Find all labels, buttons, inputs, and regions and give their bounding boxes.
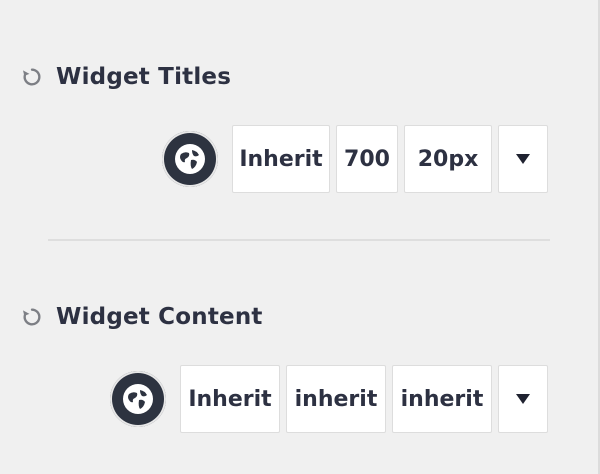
typography-controls: Inherit inherit inherit xyxy=(110,364,548,434)
reset-icon[interactable] xyxy=(20,65,44,89)
section-header: Widget Titles xyxy=(20,60,231,94)
globe-icon[interactable] xyxy=(162,131,218,187)
typography-controls: Inherit 700 20px xyxy=(162,124,548,194)
font-family-select[interactable]: Inherit xyxy=(180,365,280,433)
caret-down-icon[interactable] xyxy=(498,365,548,433)
section-title: Widget Content xyxy=(56,304,263,330)
section-title: Widget Titles xyxy=(56,64,232,90)
reset-icon[interactable] xyxy=(20,305,44,329)
section-header: Widget Content xyxy=(20,300,263,334)
font-size-input[interactable]: inherit xyxy=(392,365,492,433)
font-size-input[interactable]: 20px xyxy=(404,125,492,193)
font-weight-select[interactable]: inherit xyxy=(286,365,386,433)
caret-down-icon[interactable] xyxy=(498,125,548,193)
font-weight-select[interactable]: 700 xyxy=(336,125,398,193)
font-family-select[interactable]: Inherit xyxy=(232,125,330,193)
globe-icon[interactable] xyxy=(110,371,166,427)
section-divider xyxy=(48,239,550,241)
